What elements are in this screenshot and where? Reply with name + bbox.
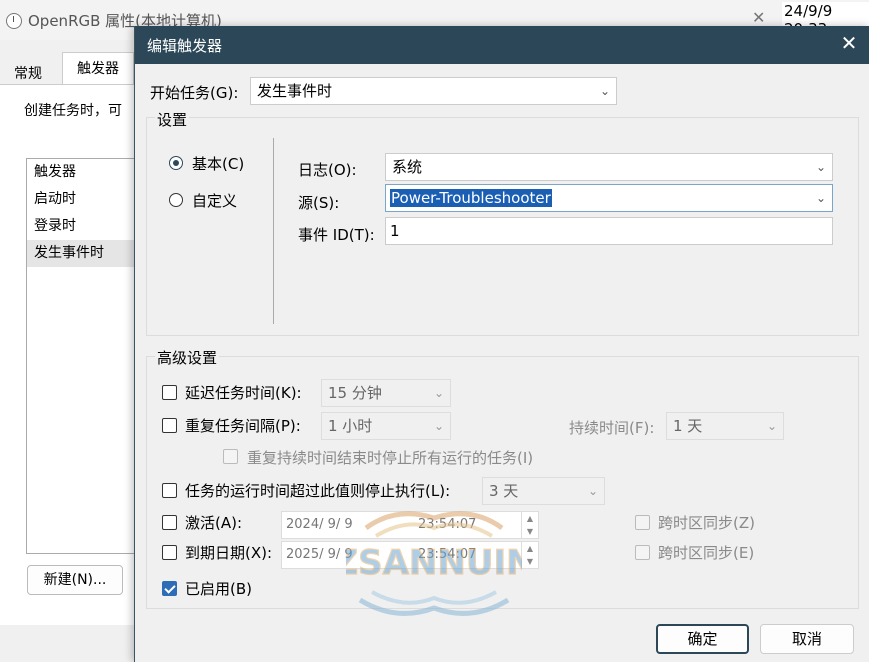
enabled-checkbox[interactable] bbox=[162, 581, 177, 596]
new-trigger-button[interactable]: 新建(N)... bbox=[27, 565, 123, 595]
event-id-field[interactable]: 1 bbox=[385, 217, 833, 245]
sync-tz-checkbox-2[interactable] bbox=[635, 545, 650, 560]
divider bbox=[273, 138, 274, 324]
spin-down-icon[interactable]: ▼ bbox=[522, 555, 538, 568]
activate-date[interactable]: 2024/ 9/ 9 bbox=[286, 512, 353, 538]
background-description: 创建任务时，可 bbox=[24, 103, 122, 119]
repeat-value: 1 小时 bbox=[328, 417, 373, 435]
chevron-down-icon: ⌄ bbox=[587, 484, 598, 498]
watermark-logo: ZSANNUIN bbox=[346, 511, 522, 616]
log-value: 系统 bbox=[392, 158, 423, 176]
begin-task-select[interactable]: 发生事件时 ⌄ bbox=[250, 77, 617, 105]
radio-basic-label[interactable]: 基本(C) bbox=[192, 153, 244, 174]
source-select[interactable]: Power-Troubleshooter ⌄ bbox=[385, 184, 833, 212]
list-item[interactable]: 启动时 bbox=[27, 186, 141, 213]
duration-value: 1 天 bbox=[673, 417, 703, 435]
time-spinner[interactable]: ▲ ▼ bbox=[521, 512, 538, 538]
source-value: Power-Troubleshooter bbox=[390, 189, 552, 207]
expire-date[interactable]: 2025/ 9/ 9 bbox=[286, 542, 353, 568]
time-spinner[interactable]: ▲ ▼ bbox=[521, 542, 538, 568]
cancel-button[interactable]: 取消 bbox=[760, 624, 854, 654]
list-item[interactable]: 触发器 bbox=[27, 159, 141, 186]
expire-checkbox[interactable] bbox=[162, 545, 177, 560]
chevron-down-icon: ⌄ bbox=[433, 419, 444, 433]
background-close-icon[interactable]: ✕ bbox=[752, 8, 765, 27]
sync-tz-checkbox-1[interactable] bbox=[635, 515, 650, 530]
chevron-down-icon: ⌄ bbox=[433, 386, 444, 400]
radio-custom[interactable] bbox=[169, 193, 183, 207]
repeat-label[interactable]: 重复任务间隔(P): bbox=[185, 415, 301, 436]
begin-task-value: 发生事件时 bbox=[257, 82, 333, 100]
log-label: 日志(O): bbox=[298, 161, 357, 179]
begin-task-label: 开始任务(G): bbox=[150, 84, 239, 102]
stop-all-checkbox[interactable] bbox=[223, 449, 238, 464]
delay-label[interactable]: 延迟任务时间(K): bbox=[185, 382, 302, 403]
source-label: 源(S): bbox=[298, 194, 340, 212]
radio-custom-label[interactable]: 自定义 bbox=[192, 190, 237, 211]
advanced-group-title: 高级设置 bbox=[155, 347, 220, 368]
duration-label: 持续时间(F): bbox=[569, 419, 655, 437]
list-item[interactable]: 登录时 bbox=[27, 213, 141, 240]
dialog-title: 编辑触发器 bbox=[147, 37, 223, 55]
trigger-list[interactable]: 触发器 启动时 登录时 发生事件时 bbox=[26, 158, 142, 554]
activate-label[interactable]: 激活(A): bbox=[185, 512, 242, 533]
background-tabs: 常规 触发器 bbox=[0, 52, 140, 85]
chevron-down-icon: ⌄ bbox=[815, 191, 826, 205]
delay-select[interactable]: 15 分钟 ⌄ bbox=[321, 379, 451, 407]
spin-down-icon[interactable]: ▼ bbox=[522, 525, 538, 538]
list-item[interactable]: 发生事件时 bbox=[27, 240, 141, 267]
spin-up-icon[interactable]: ▲ bbox=[522, 542, 538, 555]
log-select[interactable]: 系统 ⌄ bbox=[385, 153, 833, 181]
delay-checkbox[interactable] bbox=[162, 385, 177, 400]
chevron-down-icon: ⌄ bbox=[599, 84, 610, 98]
stop-longer-label[interactable]: 任务的运行时间超过此值则停止执行(L): bbox=[185, 480, 450, 501]
dialog-titlebar: 编辑触发器 ✕ bbox=[135, 26, 869, 64]
enabled-label[interactable]: 已启用(B) bbox=[185, 578, 252, 599]
chevron-down-icon: ⌄ bbox=[815, 160, 826, 174]
radio-basic[interactable] bbox=[169, 156, 183, 170]
sync-tz-label-1[interactable]: 跨时区同步(Z) bbox=[658, 512, 755, 533]
watermark-text: ZSANNUIN bbox=[346, 543, 522, 583]
expire-label[interactable]: 到期日期(X): bbox=[185, 542, 272, 563]
duration-select[interactable]: 1 天 ⌄ bbox=[666, 412, 784, 440]
activate-checkbox[interactable] bbox=[162, 515, 177, 530]
repeat-checkbox[interactable] bbox=[162, 418, 177, 433]
settings-group-title: 设置 bbox=[155, 109, 190, 130]
delay-value: 15 分钟 bbox=[328, 384, 382, 402]
stop-all-label[interactable]: 重复持续时间结束时停止所有运行的任务(I) bbox=[247, 447, 533, 468]
close-icon[interactable]: ✕ bbox=[838, 32, 860, 54]
event-id-value: 1 bbox=[390, 222, 400, 240]
ok-button[interactable]: 确定 bbox=[656, 624, 749, 654]
clock-icon bbox=[6, 13, 22, 29]
event-id-label: 事件 ID(T): bbox=[298, 226, 375, 244]
stop-longer-value: 3 天 bbox=[489, 482, 519, 500]
stop-longer-checkbox[interactable] bbox=[162, 483, 177, 498]
sync-tz-label-2[interactable]: 跨时区同步(E) bbox=[658, 542, 754, 563]
spin-up-icon[interactable]: ▲ bbox=[522, 512, 538, 525]
tab-triggers[interactable]: 触发器 bbox=[62, 52, 134, 85]
repeat-select[interactable]: 1 小时 ⌄ bbox=[321, 412, 451, 440]
chevron-down-icon: ⌄ bbox=[766, 419, 777, 433]
